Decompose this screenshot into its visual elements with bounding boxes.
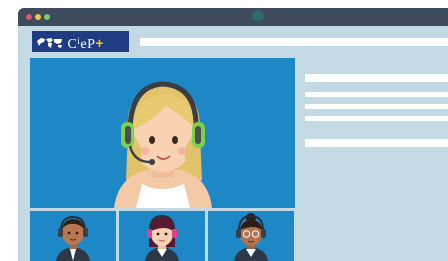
main-video-feed[interactable] xyxy=(30,58,295,208)
title-bar xyxy=(18,8,448,26)
participant-video-1[interactable] xyxy=(30,211,116,261)
logo-text: CieP xyxy=(67,36,96,52)
world-map-icon xyxy=(37,38,62,48)
address-bar[interactable] xyxy=(140,38,448,46)
side-panel-line xyxy=(305,139,448,147)
side-panel-line xyxy=(305,92,448,97)
maximize-window-button[interactable] xyxy=(44,14,50,20)
side-panel-line xyxy=(305,104,448,109)
woman-agent-purple-illustration xyxy=(145,214,179,261)
app-window: CieP+ xyxy=(18,8,448,261)
woman-agent-glasses-illustration xyxy=(234,213,268,261)
side-panel-line xyxy=(305,116,448,121)
man-agent-illustration xyxy=(56,215,90,261)
side-panel-line xyxy=(305,74,448,82)
woman-agent-illustration xyxy=(114,81,212,208)
webcam-icon xyxy=(252,10,264,22)
brand-logo[interactable]: CieP+ xyxy=(32,31,129,52)
logo-plus: + xyxy=(95,35,104,51)
participant-video-2[interactable] xyxy=(119,211,205,261)
minimize-window-button[interactable] xyxy=(35,14,41,20)
close-window-button[interactable] xyxy=(26,14,32,20)
participant-video-3[interactable] xyxy=(208,211,294,261)
